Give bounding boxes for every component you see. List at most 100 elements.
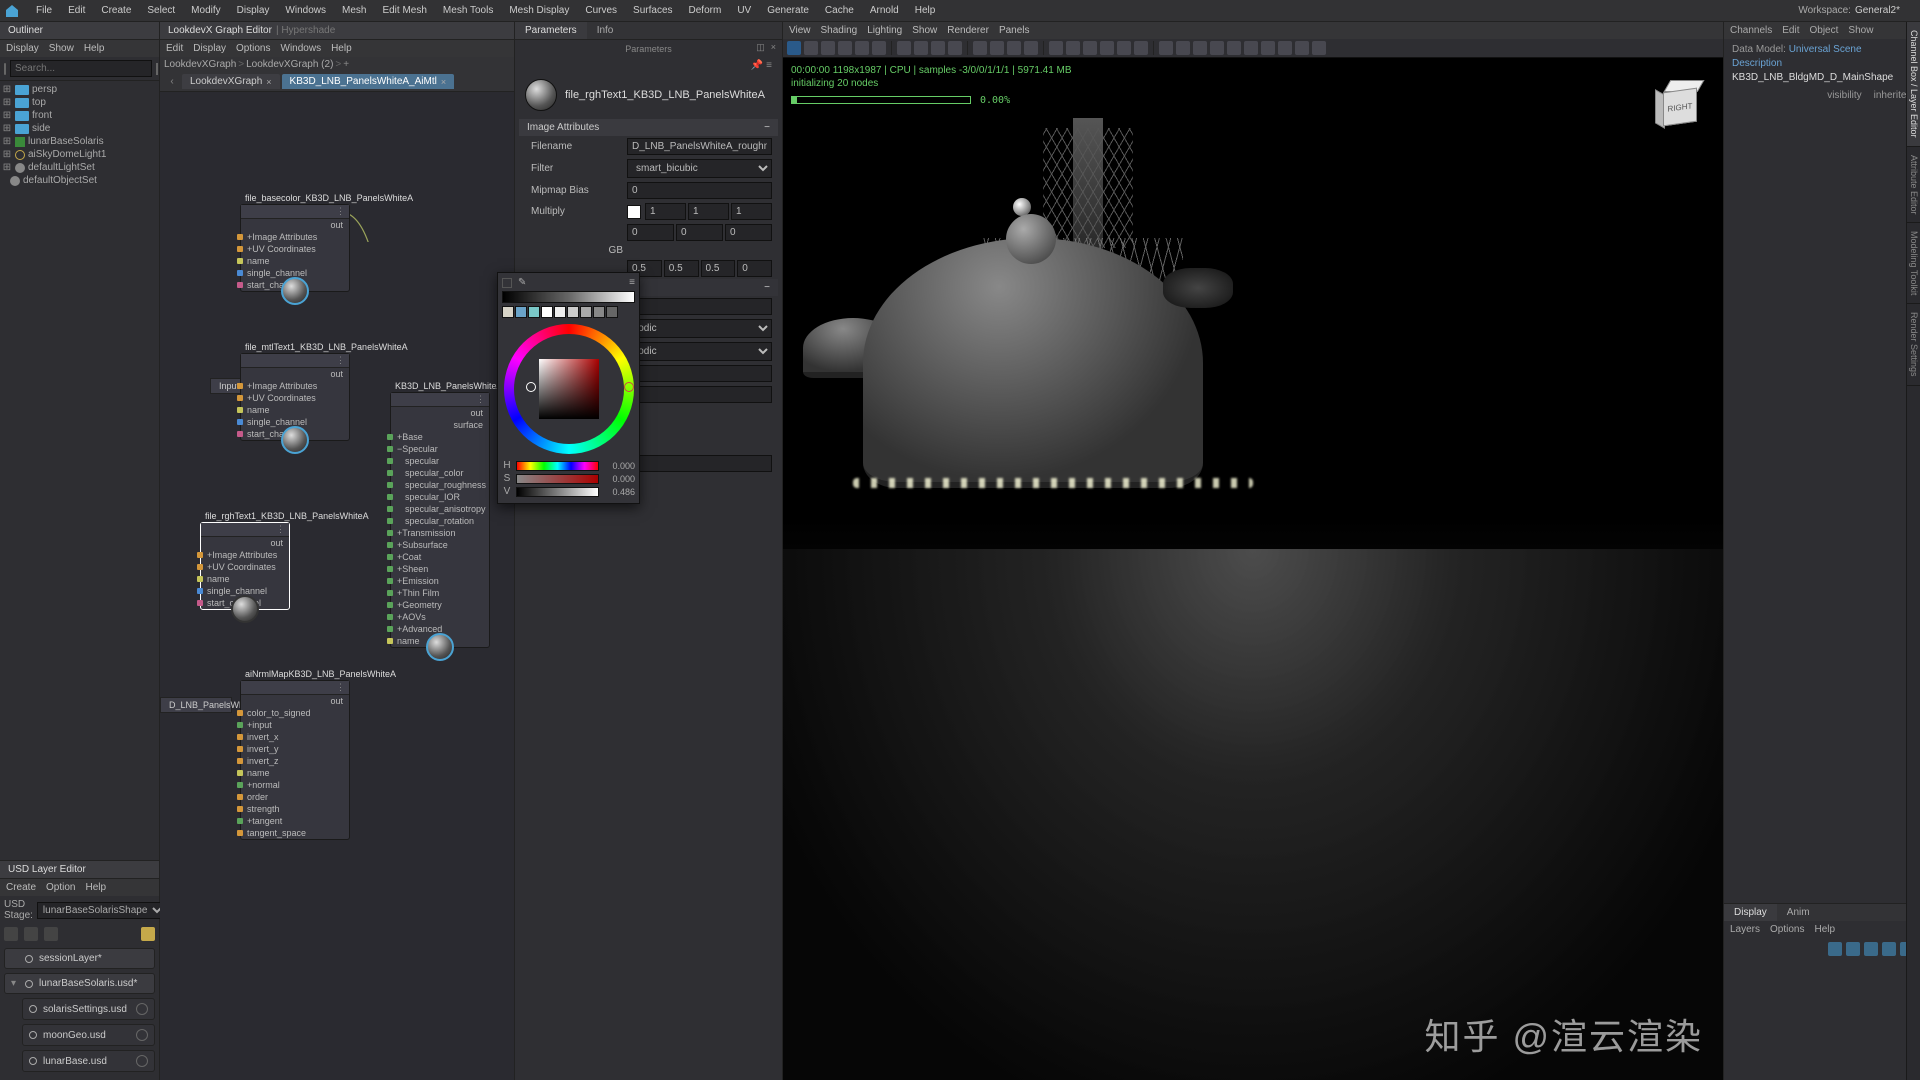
input-name[interactable] xyxy=(627,455,772,472)
menu-create[interactable]: Create xyxy=(93,5,139,16)
tool-icon[interactable] xyxy=(838,41,852,55)
tool-icon[interactable] xyxy=(1083,41,1097,55)
input-mipmap[interactable] xyxy=(627,182,772,199)
wheel-handle-c[interactable] xyxy=(624,382,634,392)
menu-windows[interactable]: Windows xyxy=(277,5,334,16)
sidetab-channelbox[interactable]: Channel Box / Layer Editor xyxy=(1907,22,1920,147)
input-half-2[interactable] xyxy=(701,260,736,277)
layer-solaris-settings[interactable]: solarisSettings.usd xyxy=(22,998,155,1020)
node-menu-icon[interactable]: ⋮ xyxy=(336,355,345,366)
swatch[interactable] xyxy=(515,306,527,318)
layer-icon[interactable] xyxy=(1846,942,1860,956)
port-surface[interactable]: surface xyxy=(453,420,483,430)
input-multiply-b[interactable] xyxy=(731,203,772,220)
tool-icon[interactable] xyxy=(821,41,835,55)
menu-uv[interactable]: UV xyxy=(729,5,759,16)
menu-meshtools[interactable]: Mesh Tools xyxy=(435,5,501,16)
pin-icon[interactable]: 📌 xyxy=(751,60,763,71)
usd-warn-icon[interactable] xyxy=(141,927,155,941)
graph-menu-options[interactable]: Options xyxy=(236,43,270,54)
port-out[interactable]: out xyxy=(330,696,343,706)
graph-menu-display[interactable]: Display xyxy=(193,43,226,54)
tool-select-icon[interactable] xyxy=(787,41,801,55)
node-menu-icon[interactable]: ⋮ xyxy=(336,682,345,693)
tool-icon[interactable] xyxy=(1134,41,1148,55)
eyedropper-icon[interactable]: ✎ xyxy=(518,277,526,288)
close-icon[interactable]: × xyxy=(266,77,271,87)
tool-icon[interactable] xyxy=(1278,41,1292,55)
swatch[interactable] xyxy=(502,306,514,318)
outliner-search-input[interactable] xyxy=(10,60,152,77)
layer-lunarbase[interactable]: ▾lunarBaseSolaris.usd* xyxy=(4,973,155,994)
menu-arnold[interactable]: Arnold xyxy=(862,5,907,16)
node-file-mtl[interactable]: file_mtlText1_KB3D_LNB_PanelsWhiteA ⋮ ou… xyxy=(240,353,350,441)
vp-menu-lighting[interactable]: Lighting xyxy=(867,25,902,36)
workspace-value[interactable]: General2* xyxy=(1855,5,1900,16)
popout-icon[interactable]: ◫ xyxy=(756,42,765,53)
usd-add-icon[interactable] xyxy=(4,927,18,941)
input-scaleu[interactable] xyxy=(627,365,772,382)
input-multiply-g[interactable] xyxy=(688,203,729,220)
sub-help[interactable]: Help xyxy=(1814,924,1835,935)
back-icon[interactable]: ‹ xyxy=(164,76,180,87)
node-file-rgh[interactable]: file_rghText1_KB3D_LNB_PanelsWhiteA ⋮ ou… xyxy=(200,522,290,610)
tool-icon[interactable] xyxy=(931,41,945,55)
sidetab-modeling-toolkit[interactable]: Modeling Toolkit xyxy=(1907,223,1920,304)
menu-curves[interactable]: Curves xyxy=(577,5,625,16)
tool-icon[interactable] xyxy=(855,41,869,55)
tool-icon[interactable] xyxy=(804,41,818,55)
tool-icon[interactable] xyxy=(1049,41,1063,55)
r-menu-object[interactable]: Object xyxy=(1810,25,1839,36)
outliner-item-top[interactable]: top xyxy=(32,97,46,108)
input-offset-g[interactable] xyxy=(676,224,723,241)
r-menu-edit[interactable]: Edit xyxy=(1782,25,1799,36)
tool-icon[interactable] xyxy=(1159,41,1173,55)
menu-display[interactable]: Display xyxy=(229,5,278,16)
breadcrumb-1[interactable]: LookdevXGraph xyxy=(164,59,236,70)
menu-generate[interactable]: Generate xyxy=(759,5,817,16)
tool-icon[interactable] xyxy=(990,41,1004,55)
swatch[interactable] xyxy=(580,306,592,318)
filter-icon[interactable] xyxy=(156,63,158,75)
vp-menu-renderer[interactable]: Renderer xyxy=(947,25,989,36)
tool-icon[interactable] xyxy=(973,41,987,55)
node-ainrmlmap[interactable]: aiNrmlMapKB3D_LNB_PanelsWhiteA ⋮ out col… xyxy=(240,680,350,840)
outliner-item-lunarbase[interactable]: lunarBaseSolaris xyxy=(28,136,104,147)
color-swatch[interactable] xyxy=(627,205,641,219)
tab-display[interactable]: Display xyxy=(1724,904,1777,921)
tool-icon[interactable] xyxy=(897,41,911,55)
graph-menu-help[interactable]: Help xyxy=(331,43,352,54)
outliner-item-objectset[interactable]: defaultObjectSet xyxy=(23,175,97,186)
select-wrap-t[interactable]: iodic xyxy=(627,342,772,361)
menu-cache[interactable]: Cache xyxy=(817,5,862,16)
collapse-icon[interactable]: − xyxy=(764,122,770,133)
input-offset-b[interactable] xyxy=(725,224,772,241)
menu-select[interactable]: Select xyxy=(139,5,183,16)
node-shader-panelswhite[interactable]: KB3D_LNB_PanelsWhiteA ⋮ out surface + Ba… xyxy=(390,392,490,648)
menu-mesh[interactable]: Mesh xyxy=(334,5,374,16)
sidetab-render-settings[interactable]: Render Settings xyxy=(1907,304,1920,386)
layer-lunarbase-usd[interactable]: lunarBase.usd xyxy=(22,1050,155,1072)
layer-icon[interactable] xyxy=(1864,942,1878,956)
usd-stage-select[interactable]: lunarBaseSolarisShape xyxy=(37,902,166,919)
input-half-3[interactable] xyxy=(737,260,772,277)
r-menu-channels[interactable]: Channels xyxy=(1730,25,1772,36)
color-square[interactable] xyxy=(539,359,599,419)
menu-deform[interactable]: Deform xyxy=(681,5,730,16)
vp-menu-view[interactable]: View xyxy=(789,25,811,36)
collapse-icon[interactable]: − xyxy=(764,282,770,293)
close-icon[interactable]: × xyxy=(771,42,776,53)
input-half-1[interactable] xyxy=(664,260,699,277)
outliner-menu-show[interactable]: Show xyxy=(49,43,74,54)
breadcrumb-2[interactable]: LookdevXGraph (2) xyxy=(246,59,333,70)
sub-layers[interactable]: Layers xyxy=(1730,924,1760,935)
port-out[interactable]: out xyxy=(470,408,483,418)
node-menu-icon[interactable]: ⋮ xyxy=(336,206,345,217)
sidetab-attribute-editor[interactable]: Attribute Editor xyxy=(1907,147,1920,224)
usd-load-icon[interactable] xyxy=(24,927,38,941)
usd-menu-help[interactable]: Help xyxy=(85,882,106,893)
tab-anim[interactable]: Anim xyxy=(1777,904,1820,921)
node-graph-canvas[interactable]: Input D_LNB_PanelsWhiteA file_basecolor_… xyxy=(160,92,514,1080)
port-out[interactable]: out xyxy=(270,538,283,548)
layer-session[interactable]: sessionLayer* xyxy=(4,948,155,969)
